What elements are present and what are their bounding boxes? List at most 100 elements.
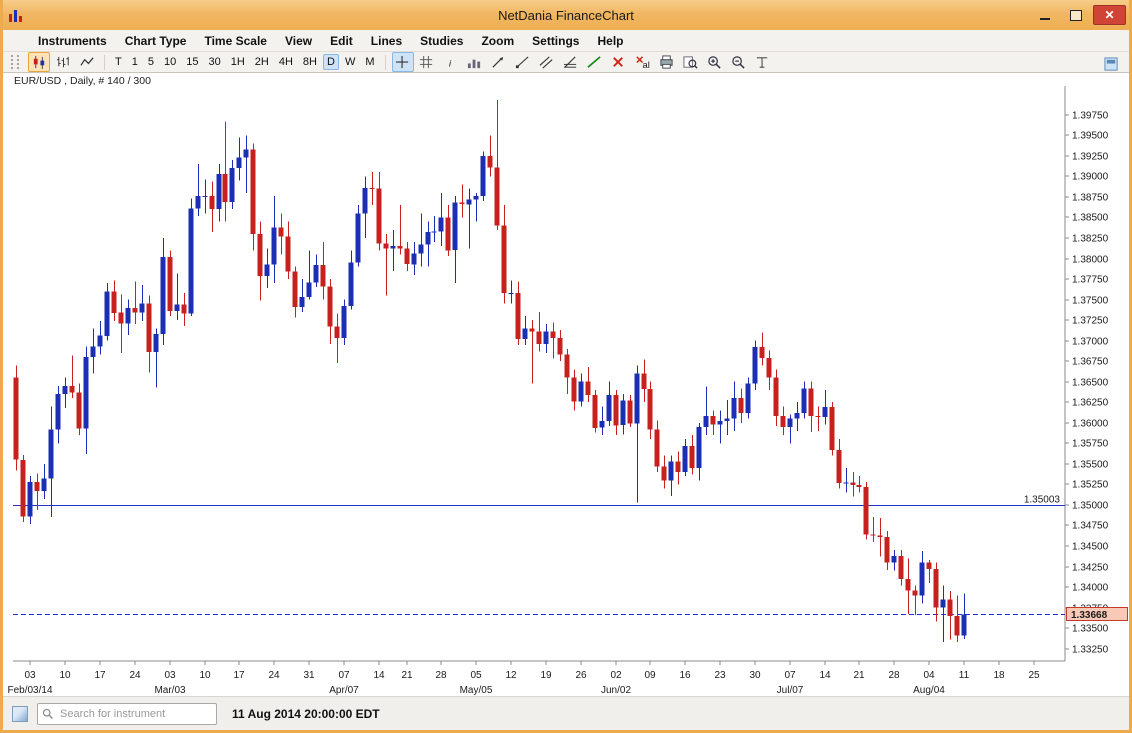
timescale-button-4h[interactable]: 4H bbox=[275, 54, 297, 70]
svg-text:07: 07 bbox=[784, 670, 796, 681]
line-chart-icon[interactable] bbox=[76, 52, 98, 72]
bar-chart-icon[interactable] bbox=[52, 52, 74, 72]
print-icon[interactable] bbox=[656, 52, 678, 72]
svg-text:1.34000: 1.34000 bbox=[1072, 583, 1109, 594]
ray-line-icon[interactable] bbox=[512, 52, 534, 72]
toolbar-grip[interactable] bbox=[11, 55, 19, 69]
svg-text:23: 23 bbox=[714, 670, 726, 681]
maximize-icon bbox=[1070, 10, 1082, 21]
minimize-icon bbox=[1040, 18, 1050, 20]
title-bar[interactable]: NetDania FinanceChart ✕ bbox=[0, 0, 1132, 30]
minimize-button[interactable] bbox=[1031, 6, 1058, 24]
svg-text:28: 28 bbox=[435, 670, 447, 681]
zoom-area-icon[interactable] bbox=[680, 52, 702, 72]
timescale-button-m[interactable]: M bbox=[361, 54, 378, 70]
parallel-channel-icon[interactable] bbox=[536, 52, 558, 72]
volume-icon[interactable] bbox=[464, 52, 486, 72]
timescale-button-t[interactable]: T bbox=[111, 54, 126, 70]
menu-settings[interactable]: Settings bbox=[523, 32, 588, 50]
delete-line-icon[interactable] bbox=[608, 52, 630, 72]
draw-line-icon[interactable] bbox=[584, 52, 606, 72]
zoom-out-icon[interactable] bbox=[728, 52, 750, 72]
svg-text:1.39750: 1.39750 bbox=[1072, 111, 1109, 122]
toolbar-separator bbox=[385, 55, 386, 70]
timescale-button-2h[interactable]: 2H bbox=[251, 54, 273, 70]
svg-text:all: all bbox=[643, 60, 651, 70]
svg-text:1.36500: 1.36500 bbox=[1072, 378, 1109, 389]
window-title: NetDania FinanceChart bbox=[0, 8, 1132, 23]
svg-text:May/05: May/05 bbox=[460, 685, 493, 696]
timescale-button-5[interactable]: 5 bbox=[144, 54, 158, 70]
grid-icon[interactable] bbox=[416, 52, 438, 72]
toolbar-separator bbox=[104, 55, 105, 70]
svg-text:1.35500: 1.35500 bbox=[1072, 460, 1109, 471]
dock-panel-icon[interactable] bbox=[1100, 54, 1122, 74]
svg-text:1.37750: 1.37750 bbox=[1072, 275, 1109, 286]
instrument-list-icon[interactable] bbox=[12, 706, 28, 722]
timescale-button-d[interactable]: D bbox=[323, 54, 339, 70]
svg-text:Feb/03/14: Feb/03/14 bbox=[7, 685, 52, 696]
last-update-timestamp: 11 Aug 2014 20:00:00 EDT bbox=[232, 707, 380, 721]
svg-text:1.35750: 1.35750 bbox=[1072, 439, 1109, 450]
status-bar: 11 Aug 2014 20:00:00 EDT bbox=[3, 696, 1129, 730]
svg-text:16: 16 bbox=[679, 670, 691, 681]
menu-view[interactable]: View bbox=[276, 32, 321, 50]
svg-text:1.34500: 1.34500 bbox=[1072, 542, 1109, 553]
candlestick-chart-icon[interactable] bbox=[28, 52, 50, 72]
svg-text:1.36000: 1.36000 bbox=[1072, 419, 1109, 430]
search-input[interactable] bbox=[58, 707, 212, 721]
menu-time-scale[interactable]: Time Scale bbox=[195, 32, 275, 50]
svg-text:02: 02 bbox=[610, 670, 622, 681]
chart-plot[interactable]: 1.397501.395001.392501.390001.387501.385… bbox=[3, 73, 1129, 697]
svg-text:14: 14 bbox=[819, 670, 831, 681]
svg-text:26: 26 bbox=[575, 670, 587, 681]
chart-area[interactable]: EUR/USD , Daily, # 140 / 300 1.397501.39… bbox=[3, 73, 1129, 697]
svg-text:Mar/03: Mar/03 bbox=[154, 685, 186, 696]
trendline-icon[interactable] bbox=[488, 52, 510, 72]
menu-instruments[interactable]: Instruments bbox=[29, 32, 116, 50]
timescale-button-10[interactable]: 10 bbox=[160, 54, 180, 70]
timescale-button-w[interactable]: W bbox=[341, 54, 359, 70]
delete-all-lines-icon[interactable]: all bbox=[632, 52, 654, 72]
svg-text:24: 24 bbox=[268, 670, 280, 681]
app-window: NetDania FinanceChart ✕ InstrumentsChart… bbox=[0, 0, 1132, 733]
svg-text:12: 12 bbox=[505, 670, 517, 681]
search-icon bbox=[42, 708, 54, 720]
svg-text:1.36750: 1.36750 bbox=[1072, 357, 1109, 368]
menu-zoom[interactable]: Zoom bbox=[472, 32, 523, 50]
crosshair-icon[interactable] bbox=[392, 52, 414, 72]
slope-line-icon[interactable] bbox=[560, 52, 582, 72]
svg-text:Jul/07: Jul/07 bbox=[777, 685, 804, 696]
menu-lines[interactable]: Lines bbox=[362, 32, 411, 50]
menu-chart-type[interactable]: Chart Type bbox=[116, 32, 196, 50]
close-icon: ✕ bbox=[1104, 8, 1114, 22]
menu-edit[interactable]: Edit bbox=[321, 32, 362, 50]
timescale-button-30[interactable]: 30 bbox=[204, 54, 224, 70]
timescale-button-8h[interactable]: 8H bbox=[299, 54, 321, 70]
menu-help[interactable]: Help bbox=[588, 32, 632, 50]
timescale-button-15[interactable]: 15 bbox=[182, 54, 202, 70]
svg-text:1.34250: 1.34250 bbox=[1072, 563, 1109, 574]
maximize-button[interactable] bbox=[1062, 6, 1089, 24]
svg-text:1.38250: 1.38250 bbox=[1072, 234, 1109, 245]
svg-text:i: i bbox=[449, 58, 452, 68]
close-button[interactable]: ✕ bbox=[1093, 5, 1126, 25]
svg-text:1.33668: 1.33668 bbox=[1071, 610, 1108, 621]
menu-studies[interactable]: Studies bbox=[411, 32, 472, 50]
svg-text:07: 07 bbox=[338, 670, 350, 681]
svg-text:1.34750: 1.34750 bbox=[1072, 521, 1109, 532]
svg-text:Jun/02: Jun/02 bbox=[601, 685, 631, 696]
zoom-in-icon[interactable] bbox=[704, 52, 726, 72]
menu-bar: InstrumentsChart TypeTime ScaleViewEditL… bbox=[3, 30, 1129, 52]
axis-settings-icon[interactable] bbox=[752, 52, 774, 72]
timescale-button-1h[interactable]: 1H bbox=[227, 54, 249, 70]
svg-text:1.37500: 1.37500 bbox=[1072, 296, 1109, 307]
search-box[interactable] bbox=[37, 703, 217, 725]
svg-text:09: 09 bbox=[644, 670, 656, 681]
svg-text:1.35003: 1.35003 bbox=[1024, 495, 1061, 506]
svg-text:1.35250: 1.35250 bbox=[1072, 480, 1109, 491]
info-icon[interactable]: i bbox=[440, 52, 462, 72]
timescale-button-1[interactable]: 1 bbox=[128, 54, 142, 70]
svg-text:03: 03 bbox=[24, 670, 36, 681]
svg-text:03: 03 bbox=[164, 670, 176, 681]
